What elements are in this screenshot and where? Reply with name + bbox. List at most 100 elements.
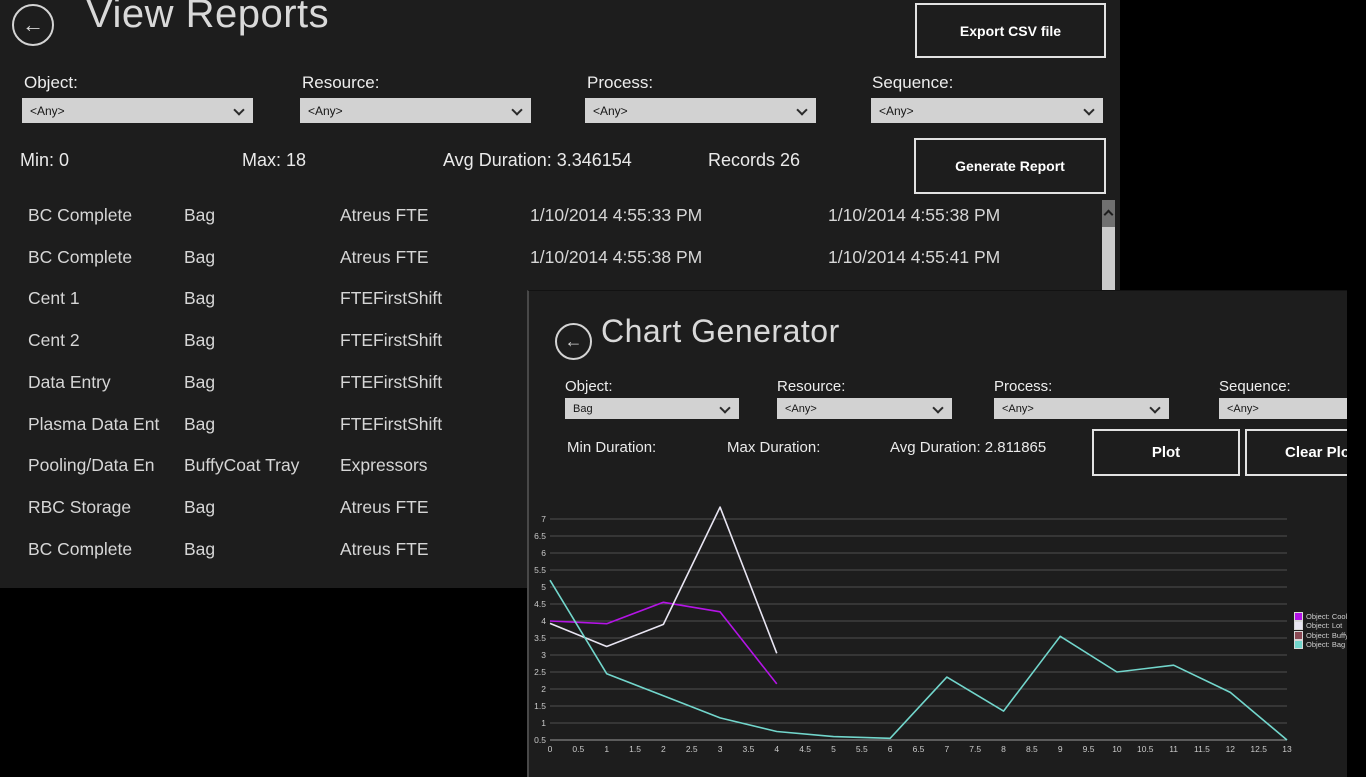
process-filter-dropdown[interactable]: <Any> — [585, 98, 816, 123]
table-row[interactable]: BC CompleteBagAtreus FTE1/10/2014 4:55:3… — [0, 205, 1120, 247]
resource-filter-label: Resource: — [302, 73, 379, 93]
svg-text:8: 8 — [1001, 744, 1006, 754]
resource-filter-value: <Any> — [308, 104, 343, 118]
svg-text:9.5: 9.5 — [1083, 744, 1095, 754]
clear-plot-label: Clear Plot — [1285, 444, 1347, 461]
svg-text:0.5: 0.5 — [534, 735, 546, 745]
back-button[interactable]: ← — [12, 4, 54, 46]
resource-filter-dropdown[interactable]: <Any> — [300, 98, 531, 123]
page-title: View Reports — [86, 0, 329, 37]
generate-report-label: Generate Report — [955, 158, 1065, 174]
svg-text:1: 1 — [604, 744, 609, 754]
legend-item: Object: Coole — [1294, 612, 1347, 621]
legend-label: Object: Lot — [1306, 621, 1342, 630]
svg-text:3.5: 3.5 — [534, 633, 546, 643]
table-cell: Pooling/Data En — [28, 455, 154, 476]
svg-text:6: 6 — [888, 744, 893, 754]
table-cell: 1/10/2014 4:55:38 PM — [828, 205, 1000, 226]
table-cell: Cent 1 — [28, 288, 80, 309]
avg-duration-stat: Avg Duration: 3.346154 — [443, 150, 632, 171]
svg-text:5.5: 5.5 — [534, 565, 546, 575]
svg-text:4.5: 4.5 — [534, 599, 546, 609]
sequence-filter-label: Sequence: — [1219, 378, 1291, 395]
chevron-down-icon — [233, 104, 244, 115]
table-cell: Atreus FTE — [340, 497, 429, 518]
duration-line-chart: 0.511.522.533.544.555.566.5700.511.522.5… — [529, 491, 1347, 777]
svg-text:12: 12 — [1226, 744, 1236, 754]
table-row[interactable]: BC CompleteBagAtreus FTE1/10/2014 4:55:3… — [0, 247, 1120, 289]
svg-text:9: 9 — [1058, 744, 1063, 754]
table-cell: FTEFirstShift — [340, 372, 442, 393]
table-cell: BC Complete — [28, 247, 132, 268]
table-cell: FTEFirstShift — [340, 288, 442, 309]
legend-label: Object: BuffyC — [1306, 631, 1347, 640]
plot-label: Plot — [1152, 444, 1180, 461]
object-filter-dropdown[interactable]: <Any> — [22, 98, 253, 123]
back-button[interactable]: ← — [555, 323, 592, 360]
chevron-down-icon — [719, 402, 730, 413]
export-csv-button[interactable]: Export CSV file — [915, 3, 1106, 58]
svg-text:2.5: 2.5 — [534, 667, 546, 677]
process-filter-value: <Any> — [593, 104, 628, 118]
clear-plot-button[interactable]: Clear Plot — [1245, 429, 1347, 476]
plot-button[interactable]: Plot — [1092, 429, 1240, 476]
legend-label: Object: Coole — [1306, 612, 1347, 621]
svg-text:6.5: 6.5 — [913, 744, 925, 754]
table-cell: Data Entry — [28, 372, 111, 393]
legend-swatch-icon — [1294, 612, 1303, 621]
object-filter-value: <Any> — [30, 104, 65, 118]
legend-swatch-icon — [1294, 621, 1303, 630]
svg-text:6: 6 — [541, 548, 546, 558]
svg-text:11.5: 11.5 — [1194, 744, 1210, 754]
resource-filter-dropdown[interactable]: <Any> — [777, 398, 952, 419]
chart-legend: Object: CooleObject: LotObject: BuffyCOb… — [1294, 612, 1347, 649]
table-cell: 1/10/2014 4:55:41 PM — [828, 247, 1000, 268]
resource-filter-value: <Any> — [785, 403, 817, 415]
svg-text:1: 1 — [541, 718, 546, 728]
svg-text:7.5: 7.5 — [969, 744, 981, 754]
page-title: Chart Generator — [601, 313, 840, 350]
chart-generator-window: ← Chart Generator Object: Bag Resource: … — [527, 290, 1347, 777]
table-cell: Expressors — [340, 455, 428, 476]
min-duration-label: Min Duration: — [567, 439, 656, 456]
object-filter-value: Bag — [573, 403, 593, 415]
svg-text:10.5: 10.5 — [1137, 744, 1154, 754]
generate-report-button[interactable]: Generate Report — [914, 138, 1106, 194]
sequence-filter-dropdown[interactable]: <Any> — [871, 98, 1103, 123]
table-cell: Bag — [184, 497, 215, 518]
avg-duration-stat: Avg Duration: 2.811865 — [890, 439, 1046, 456]
sequence-filter-value: <Any> — [1227, 403, 1259, 415]
back-arrow-icon: ← — [22, 12, 44, 38]
sequence-filter-label: Sequence: — [872, 73, 953, 93]
table-cell: BuffyCoat Tray — [184, 455, 299, 476]
svg-text:10: 10 — [1112, 744, 1122, 754]
table-cell: Bag — [184, 330, 215, 351]
chevron-down-icon — [796, 104, 807, 115]
chevron-down-icon — [511, 104, 522, 115]
table-cell: Bag — [184, 372, 215, 393]
table-cell: Atreus FTE — [340, 247, 429, 268]
table-cell: Bag — [184, 247, 215, 268]
max-duration-label: Max Duration: — [727, 439, 820, 456]
table-cell: Bag — [184, 539, 215, 560]
legend-label: Object: Bag — [1306, 640, 1345, 649]
table-cell: Bag — [184, 288, 215, 309]
svg-text:8.5: 8.5 — [1026, 744, 1038, 754]
scrollbar-up-button[interactable] — [1102, 200, 1115, 227]
svg-text:0: 0 — [548, 744, 553, 754]
sequence-filter-dropdown[interactable]: <Any> — [1219, 398, 1347, 419]
svg-text:7: 7 — [541, 514, 546, 524]
table-cell: FTEFirstShift — [340, 330, 442, 351]
legend-swatch-icon — [1294, 631, 1303, 640]
svg-text:5: 5 — [831, 744, 836, 754]
process-filter-dropdown[interactable]: <Any> — [994, 398, 1169, 419]
legend-item: Object: BuffyC — [1294, 631, 1347, 640]
svg-text:3.5: 3.5 — [743, 744, 755, 754]
svg-text:5: 5 — [541, 582, 546, 592]
svg-text:4: 4 — [541, 616, 546, 626]
table-cell: Bag — [184, 414, 215, 435]
table-cell: Bag — [184, 205, 215, 226]
object-filter-dropdown[interactable]: Bag — [565, 398, 739, 419]
min-stat: Min: 0 — [20, 150, 69, 171]
svg-text:4.5: 4.5 — [799, 744, 811, 754]
